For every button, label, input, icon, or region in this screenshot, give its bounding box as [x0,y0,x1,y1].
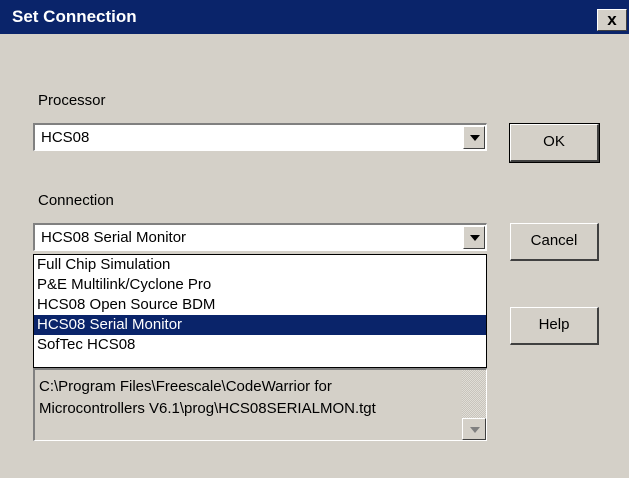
connection-dropdown[interactable]: HCS08 Serial Monitor [33,223,487,251]
connection-option[interactable]: P&E Multilink/Cyclone Pro [34,275,486,295]
title-bar[interactable]: Set Connection x [0,0,629,34]
ok-button[interactable]: OK [509,123,600,163]
processor-label: Processor [38,92,106,109]
connection-label: Connection [38,192,114,209]
set-connection-dialog: Set Connection x Processor HCS08 Connect… [0,0,629,478]
chevron-down-icon [470,135,480,141]
dialog-title: Set Connection [12,7,137,26]
scroll-down-icon [470,427,480,433]
processor-dropdown-button[interactable] [463,126,485,149]
connection-value: HCS08 Serial Monitor [41,229,187,246]
close-icon: x [607,10,617,29]
cancel-button[interactable]: Cancel [510,223,599,261]
chevron-down-icon [470,235,480,241]
connection-dropdown-button[interactable] [463,226,485,249]
connection-option[interactable]: Full Chip Simulation [34,255,486,275]
target-path-box: C:\Program Files\Freescale\CodeWarrior f… [33,368,487,441]
help-button[interactable]: Help [510,307,599,345]
connection-option[interactable]: SofTec HCS08 [34,335,486,355]
target-path-text: C:\Program Files\Freescale\CodeWarrior f… [39,378,376,417]
scroll-down-button[interactable] [462,418,486,440]
processor-value: HCS08 [41,129,90,146]
connection-option[interactable]: HCS08 Serial Monitor [34,315,486,335]
connection-option[interactable]: HCS08 Open Source BDM [34,295,486,315]
close-button[interactable]: x [597,9,627,31]
processor-dropdown[interactable]: HCS08 [33,123,487,151]
connection-options-list[interactable]: Full Chip Simulation P&E Multilink/Cyclo… [33,254,487,368]
